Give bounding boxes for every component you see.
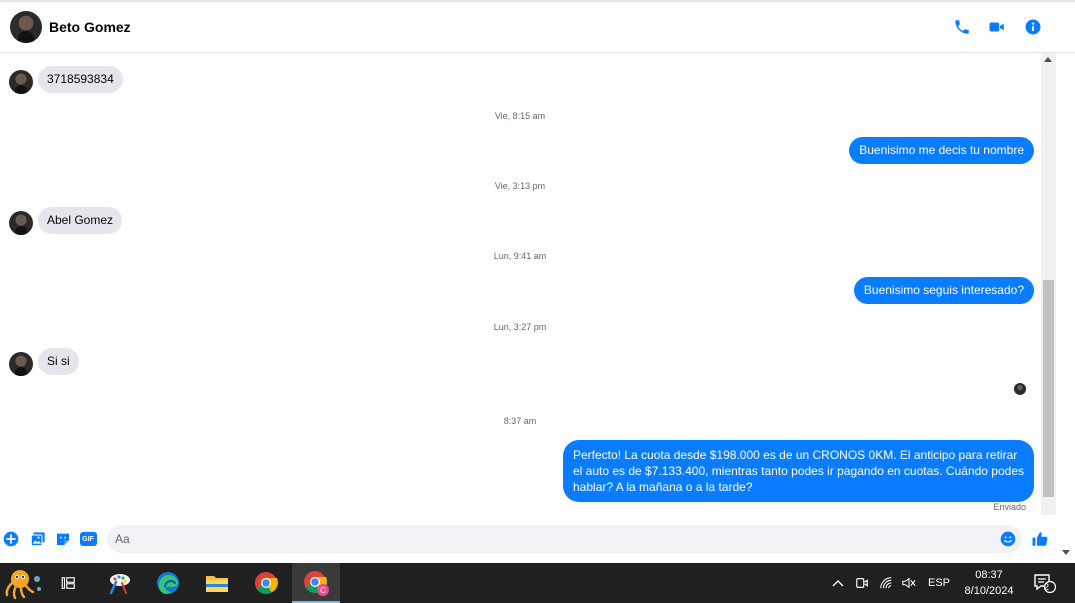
paint-app-icon[interactable] <box>96 563 144 603</box>
emoji-icon[interactable] <box>1000 531 1016 547</box>
message-timestamp: Vie, 3:13 pm <box>494 181 546 191</box>
contact-avatar[interactable] <box>10 11 42 43</box>
plus-icon[interactable] <box>3 531 19 547</box>
octopus-app-icon[interactable] <box>0 563 48 603</box>
notification-center-icon[interactable]: 2 <box>1030 563 1058 603</box>
scroll-down-arrow-icon[interactable] <box>1062 550 1070 555</box>
clock-time: 08:37 <box>975 569 1003 581</box>
message-input[interactable] <box>115 525 995 553</box>
page-scrollbar[interactable] <box>1056 53 1075 563</box>
message-timestamp: Lun, 9:41 am <box>493 251 547 261</box>
image-icon[interactable] <box>30 531 46 547</box>
message-timestamp: Lun, 3:27 pm <box>493 322 547 332</box>
task-view-icon[interactable] <box>45 563 93 603</box>
contact-name[interactable]: Beto Gomez <box>49 19 131 35</box>
chat-header: Beto Gomez <box>0 0 1075 53</box>
read-receipt-avatar <box>1014 383 1026 395</box>
show-hidden-icons-chevron-icon[interactable] <box>829 563 847 603</box>
outgoing-message[interactable]: Buenisimo me decis tu nombre <box>849 137 1034 164</box>
chat-scrollbar[interactable] <box>1041 53 1056 515</box>
sticker-icon[interactable] <box>55 531 71 547</box>
contact-avatar-small <box>9 211 33 235</box>
edge-icon[interactable] <box>144 563 192 603</box>
taskbar-clock[interactable]: 08:37 8/10/2024 <box>955 567 1023 599</box>
chrome-icon[interactable] <box>242 563 290 603</box>
clock-date: 8/10/2024 <box>964 585 1014 597</box>
svg-text:C: C <box>320 586 326 595</box>
contact-avatar-small <box>9 352 33 376</box>
info-icon[interactable] <box>1023 17 1043 37</box>
notification-count: 2 <box>1044 582 1050 592</box>
incoming-message[interactable]: Si si <box>38 348 79 375</box>
video-call-icon[interactable] <box>987 17 1007 37</box>
scroll-up-arrow-icon[interactable] <box>1044 57 1052 62</box>
outgoing-message[interactable]: Perfecto! La cuota desde $198.000 es de … <box>563 440 1034 502</box>
message-input-container[interactable] <box>107 525 1022 553</box>
message-timestamp: Vie, 8:15 am <box>494 111 546 121</box>
sent-status: Enviado <box>993 502 1026 512</box>
outgoing-message[interactable]: Buenisimo seguis interesado? <box>853 277 1034 304</box>
windows-taskbar: C ESP 08:37 8/10/2024 2 <box>0 563 1075 603</box>
contact-avatar-small <box>9 70 33 94</box>
incoming-message[interactable]: Abel Gomez <box>38 207 123 234</box>
gif-label: GIF <box>79 532 97 546</box>
phone-icon[interactable] <box>952 17 972 37</box>
file-explorer-icon[interactable] <box>193 563 241 603</box>
message-list[interactable]: 3718593834 Vie, 8:15 am Buenisimo me dec… <box>0 53 1040 515</box>
chrome-profile-icon[interactable]: C <box>292 563 340 603</box>
wifi-icon[interactable] <box>877 563 895 603</box>
scrollbar-thumb[interactable] <box>1043 280 1054 497</box>
meet-now-icon[interactable] <box>853 563 871 603</box>
thumbs-up-icon[interactable] <box>1031 530 1049 548</box>
message-composer: GIF <box>0 515 1056 563</box>
language-indicator[interactable]: ESP <box>925 563 953 603</box>
message-timestamp: 8:37 am <box>503 416 537 426</box>
volume-muted-icon[interactable] <box>899 563 919 603</box>
incoming-message[interactable]: 3718593834 <box>38 66 123 93</box>
gif-icon[interactable]: GIF <box>79 531 97 547</box>
